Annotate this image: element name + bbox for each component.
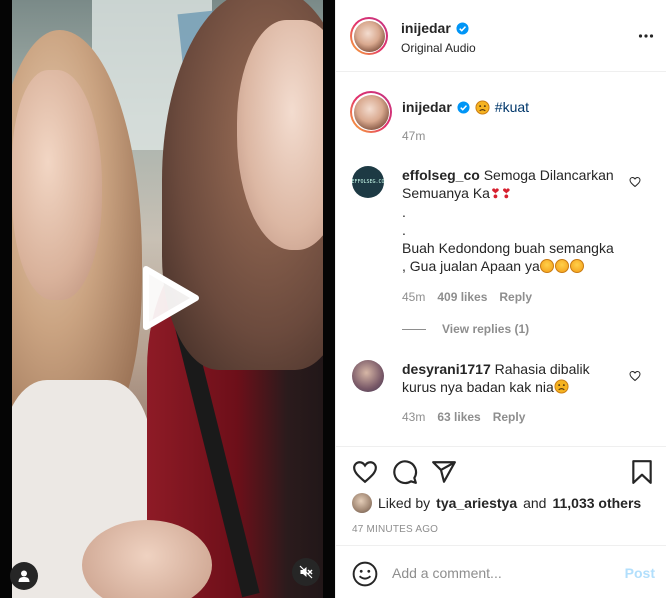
liked-by-others[interactable]: 11,033 others [552, 495, 641, 511]
comment-line: Buah Kedondong buah semangka [402, 240, 614, 256]
comment-icon[interactable] [392, 459, 418, 485]
heart-emoji-icon: ❣❣ [489, 186, 512, 201]
header-username[interactable]: inijedar [401, 20, 451, 36]
left-person-face [12, 70, 102, 300]
comment-time: 45m [402, 290, 426, 304]
replies-divider [402, 328, 426, 330]
caption-username[interactable]: inijedar [402, 99, 452, 115]
comment-input[interactable] [392, 562, 612, 584]
comment-item: desyrani1717 Rahasia dibalik kurus nya b… [352, 360, 655, 430]
more-options-icon[interactable] [638, 28, 654, 44]
bookmark-icon[interactable] [629, 459, 655, 485]
comment-line: . [402, 222, 406, 238]
post-details-panel: inijedar Original Audio inijedar #kuat 4… [335, 0, 666, 598]
liked-by-avatar[interactable] [352, 493, 372, 513]
liked-by: Liked by tya_ariestya and 11,033 others [352, 493, 641, 513]
audio-link[interactable]: Original Audio [401, 41, 476, 55]
film-border-right [323, 0, 335, 598]
verified-badge-icon [457, 100, 470, 114]
comment-time: 43m [402, 410, 426, 424]
star-eyes-emoji-icon [539, 259, 554, 273]
star-eyes-emoji-icon [569, 259, 584, 273]
disappointed-emoji-icon [554, 379, 569, 394]
reply-button[interactable]: Reply [499, 290, 532, 304]
header-username-row: inijedar [401, 20, 469, 36]
post-header: inijedar Original Audio [336, 0, 666, 72]
caption-time: 47m [402, 129, 426, 143]
mute-icon[interactable] [292, 558, 320, 586]
comment-likes[interactable]: 409 likes [437, 290, 487, 304]
comment-line: . [402, 204, 406, 220]
play-icon[interactable] [138, 265, 200, 331]
comment-avatar[interactable] [352, 360, 384, 392]
heart-icon[interactable] [352, 459, 378, 485]
comment-item: EFFOLSEG.CO effolseg_co Semoga Dilancark… [351, 166, 655, 341]
post-actions: Liked by tya_ariestya and 11,033 others … [336, 446, 666, 544]
liked-by-prefix: Liked by [378, 495, 431, 511]
film-border-left [0, 0, 12, 598]
caption-hashtag[interactable]: #kuat [495, 99, 529, 115]
comment-line: Semuanya Ka [402, 185, 490, 201]
header-avatar[interactable] [350, 17, 388, 55]
video-player[interactable] [0, 0, 335, 598]
comments-list[interactable]: inijedar #kuat 47m EFFOLSEG.CO effolseg_… [336, 73, 666, 445]
comment-meta: 43m 63 likes Reply [402, 410, 525, 424]
comment-username[interactable]: desyrani1717 [402, 361, 491, 377]
comment-meta: 45m 409 likes Reply [402, 290, 532, 304]
add-comment-bar: Post [336, 545, 666, 598]
view-replies-button[interactable]: View replies (1) [402, 322, 529, 336]
comment-avatar[interactable]: EFFOLSEG.CO [351, 166, 385, 198]
comment-line: kurus nya badan kak nia [402, 379, 554, 395]
caption-avatar[interactable] [350, 91, 392, 133]
reply-button[interactable]: Reply [493, 410, 526, 424]
posted-time[interactable]: 47 MINUTES AGO [352, 524, 438, 535]
like-comment-heart-icon[interactable] [629, 370, 641, 382]
share-icon[interactable] [431, 459, 457, 485]
comment-text: effolseg_co Semoga Dilancarkan Semuanya … [402, 166, 632, 275]
comment-username[interactable]: effolseg_co [402, 167, 480, 183]
comment-text: desyrani1717 Rahasia dibalik kurus nya b… [402, 360, 632, 396]
comment-line: Rahasia dibalik [494, 361, 590, 377]
star-eyes-emoji-icon [554, 259, 569, 273]
liked-by-user[interactable]: tya_ariestya [436, 495, 517, 511]
view-replies-label: View replies (1) [442, 322, 530, 336]
comment-likes[interactable]: 63 likes [437, 410, 480, 424]
emoji-icon[interactable] [352, 561, 378, 587]
disappointed-emoji-icon [475, 99, 490, 115]
liked-by-and: and [523, 495, 547, 511]
like-comment-heart-icon[interactable] [629, 176, 641, 188]
comment-line: , Gua jualan Apaan ya [402, 258, 540, 274]
post-button[interactable]: Post [625, 565, 655, 581]
user-tag-icon[interactable] [10, 562, 38, 590]
verified-badge-icon [456, 21, 469, 35]
comment-line: Semoga Dilancarkan [483, 167, 614, 183]
